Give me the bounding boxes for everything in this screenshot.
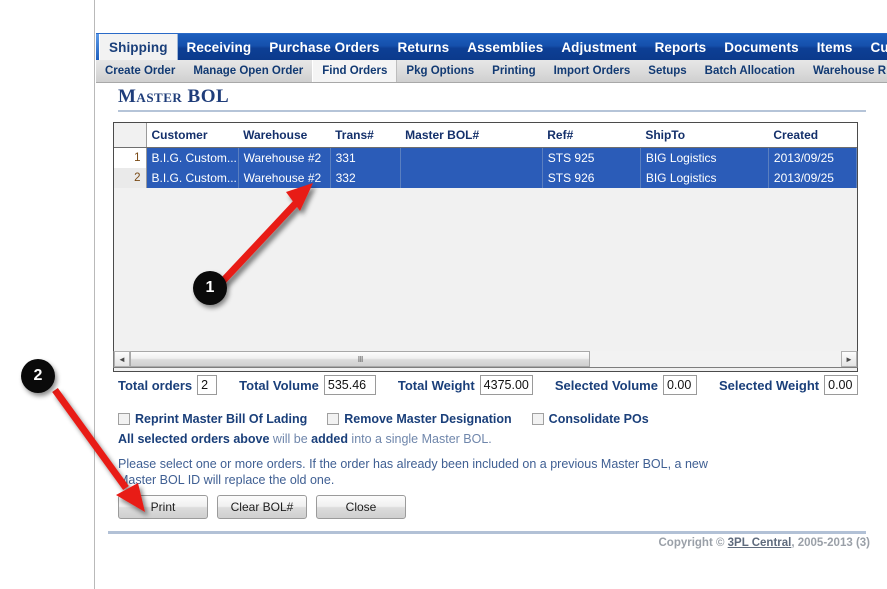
subnav-item-printing[interactable]: Printing — [483, 60, 544, 82]
checkbox-remove-master-designation[interactable]: Remove Master Designation — [327, 412, 512, 426]
checkbox-reprint-master-bill-of-lading[interactable]: Reprint Master Bill Of Lading — [118, 412, 307, 426]
selected-weight-label: Selected Weight — [718, 377, 820, 393]
nav-item-purchase-orders[interactable]: Purchase Orders — [260, 34, 388, 60]
total-weight-label: Total Weight — [397, 377, 475, 393]
subnav-item-manage-open-order[interactable]: Manage Open Order — [184, 60, 312, 82]
scroll-left-arrow-icon[interactable]: ◄ — [114, 351, 130, 367]
scroll-right-arrow-icon[interactable]: ► — [841, 351, 857, 367]
row-number: 1 — [114, 147, 147, 168]
scrollbar-thumb[interactable]: ‖‖ — [130, 351, 590, 367]
note-line-2: Master BOL ID will replace the old one. — [118, 473, 335, 487]
cell-warehouse[interactable]: Warehouse #2 — [238, 168, 331, 188]
checkbox-icon[interactable] — [531, 413, 544, 425]
grid-col-warehouse[interactable]: Warehouse — [238, 123, 331, 148]
nav-item-items[interactable]: Items — [808, 34, 862, 60]
cell-master-bol[interactable] — [400, 168, 543, 188]
left-gutter — [0, 0, 95, 589]
close-button[interactable]: Close — [316, 495, 406, 519]
subnav-item-create-order[interactable]: Create Order — [96, 60, 184, 82]
footer-divider — [108, 531, 866, 534]
grid-horizontal-scrollbar[interactable]: ◄ ‖‖ ► — [113, 351, 858, 368]
master-bol-grid[interactable]: Customer Warehouse Trans# Master BOL# Re… — [113, 122, 858, 372]
table-row[interactable]: 1 B.I.G. Custom... Warehouse #2 331 STS … — [114, 147, 857, 168]
selected-weight-value: 0.00 — [824, 375, 859, 395]
nav-item-documents[interactable]: Documents — [715, 34, 807, 60]
cell-shipto[interactable]: BIG Logistics — [640, 147, 769, 168]
action-button-row: Print Clear BOL# Close — [118, 495, 415, 519]
cell-master-bol[interactable] — [400, 147, 543, 168]
cell-trans[interactable]: 331 — [330, 147, 401, 168]
checkbox-icon[interactable] — [118, 413, 130, 425]
nav-item-receiving[interactable]: Receiving — [178, 34, 261, 60]
nav-item-shipping[interactable]: Shipping — [99, 34, 178, 60]
checkbox-label: Consolidate POs — [548, 412, 649, 426]
subnav-item-batch-allocation[interactable]: Batch Allocation — [696, 60, 804, 82]
print-button[interactable]: Print — [118, 495, 208, 519]
grid-col-created[interactable]: Created — [768, 123, 857, 148]
totals-row: Total orders 2 Total Volume 535.46 Total… — [118, 375, 878, 395]
cell-shipto[interactable]: BIG Logistics — [640, 168, 769, 188]
page-title: Master BOL — [118, 86, 230, 107]
nav-item-adjustment[interactable]: Adjustment — [552, 34, 645, 60]
main-navigation[interactable]: Shipping Receiving Purchase Orders Retur… — [96, 33, 887, 60]
grid-header-row: Customer Warehouse Trans# Master BOL# Re… — [114, 123, 857, 148]
info-strong-1: All selected orders above — [118, 432, 270, 446]
row-number: 2 — [114, 168, 147, 188]
grid-col-rownum — [114, 123, 147, 148]
selected-volume-value: 0.00 — [662, 375, 697, 395]
nav-item-reports[interactable]: Reports — [646, 34, 716, 60]
title-divider — [118, 110, 866, 112]
annotation-badge-1: 1 — [193, 271, 227, 305]
total-weight-value: 4375.00 — [479, 375, 533, 395]
cell-customer[interactable]: B.I.G. Custom... — [146, 147, 239, 168]
grid-col-master-bol[interactable]: Master BOL# — [400, 123, 543, 148]
total-volume-value: 535.46 — [323, 375, 376, 395]
cell-ref[interactable]: STS 926 — [542, 168, 641, 188]
cell-ref[interactable]: STS 925 — [542, 147, 641, 168]
copyright-prefix: Copyright © — [658, 537, 728, 549]
grid-col-customer[interactable]: Customer — [146, 123, 239, 148]
footer-copyright: Copyright © 3PL Central, 2005-2013 (3) — [658, 537, 870, 549]
3pl-central-link[interactable]: 3PL Central — [728, 537, 792, 549]
total-orders-value: 2 — [197, 375, 218, 395]
cell-warehouse[interactable]: Warehouse #2 — [238, 147, 331, 168]
grid-col-shipto[interactable]: ShipTo — [640, 123, 769, 148]
scrollbar-track[interactable]: ‖‖ — [130, 351, 841, 367]
info-mid-1: will be — [269, 432, 312, 446]
sub-navigation[interactable]: Create Order Manage Open Order Find Orde… — [96, 60, 887, 83]
cell-created[interactable]: 2013/09/25 — [768, 168, 857, 188]
cell-created[interactable]: 2013/09/25 — [768, 147, 857, 168]
info-mid-2: into a single Master BOL. — [347, 432, 492, 446]
copyright-suffix: , 2005-2013 (3) — [791, 537, 870, 549]
nav-item-assemblies[interactable]: Assemblies — [458, 34, 552, 60]
annotation-badge-2: 2 — [21, 359, 55, 393]
checkbox-label: Remove Master Designation — [344, 412, 512, 426]
checkbox-label: Reprint Master Bill Of Lading — [135, 412, 308, 426]
page-root: Shipping Receiving Purchase Orders Retur… — [0, 0, 887, 589]
subnav-item-warehouse-r[interactable]: Warehouse R — [804, 60, 887, 82]
checkbox-icon[interactable] — [327, 413, 340, 425]
info-line: All selected orders above will be added … — [118, 432, 878, 446]
selected-volume-label: Selected Volume — [554, 377, 658, 393]
grid-col-ref[interactable]: Ref# — [542, 123, 641, 148]
subnav-item-import-orders[interactable]: Import Orders — [545, 60, 640, 82]
table-row[interactable]: 2 B.I.G. Custom... Warehouse #2 332 STS … — [114, 168, 857, 188]
nav-item-customer[interactable]: Customer — [861, 34, 887, 60]
cell-customer[interactable]: B.I.G. Custom... — [146, 168, 239, 188]
subnav-item-find-orders[interactable]: Find Orders — [312, 60, 398, 82]
grid-col-trans[interactable]: Trans# — [330, 123, 401, 148]
total-volume-label: Total Volume — [239, 377, 319, 393]
instructions-note: Please select one or more orders. If the… — [118, 456, 798, 488]
grid-table: Customer Warehouse Trans# Master BOL# Re… — [114, 123, 857, 371]
subnav-item-pkg-options[interactable]: Pkg Options — [397, 60, 483, 82]
subnav-item-setups[interactable]: Setups — [639, 60, 695, 82]
nav-item-returns[interactable]: Returns — [389, 34, 459, 60]
clear-bol-button[interactable]: Clear BOL# — [217, 495, 307, 519]
info-strong-2: added — [311, 432, 348, 446]
cell-trans[interactable]: 332 — [330, 168, 401, 188]
note-line-1: Please select one or more orders. If the… — [118, 457, 708, 471]
total-orders-label: Total orders — [118, 377, 193, 393]
options-checkbox-row: Reprint Master Bill Of Lading Remove Mas… — [118, 412, 878, 426]
checkbox-consolidate-pos[interactable]: Consolidate POs — [531, 412, 649, 426]
